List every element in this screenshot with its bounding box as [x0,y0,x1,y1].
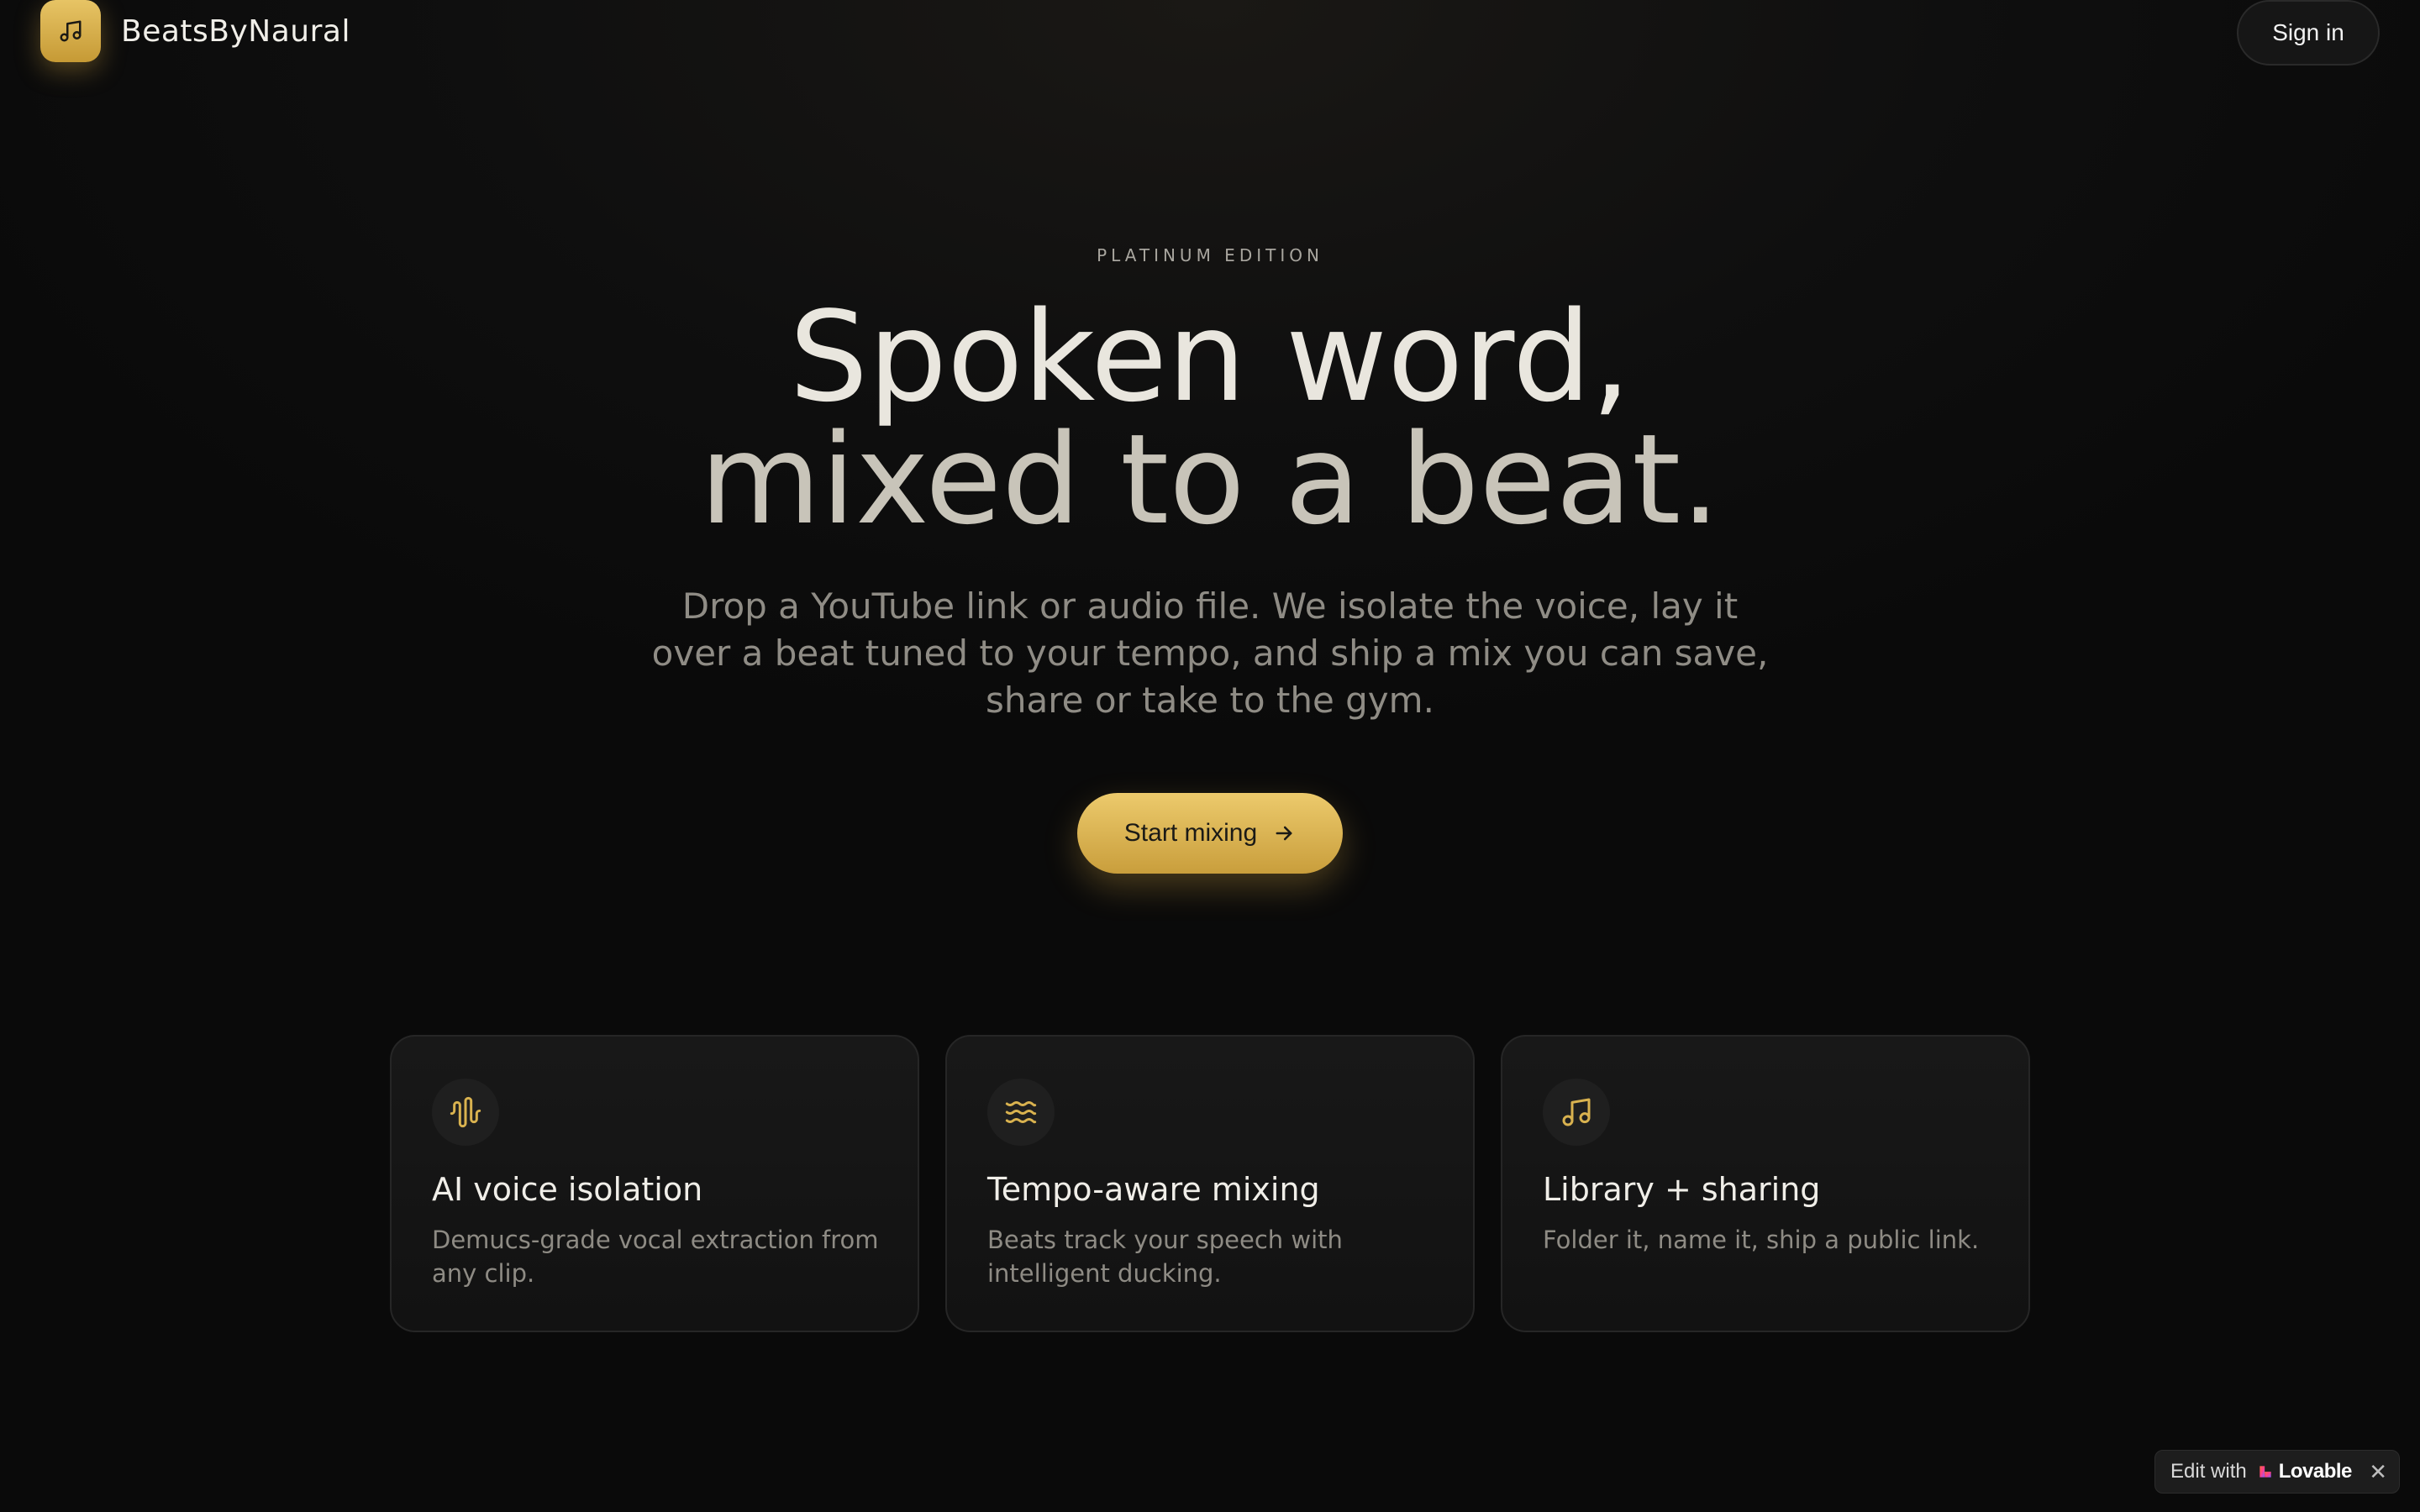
music-note-icon [60,20,82,42]
audio-waveform-icon [450,1096,481,1128]
brand-name[interactable]: BeatsByNaural [121,12,350,52]
headline-line-1: Spoken word, [789,285,1631,429]
feature-description: Beats track your speech with intelligent… [987,1226,1343,1288]
feature-title: Tempo-aware mixing [987,1171,1320,1208]
feature-icon-wrap [987,1079,1055,1146]
badge-close-icon[interactable]: ✕ [2369,1459,2387,1485]
edition-eyebrow: PLATINUM EDITION [1097,245,1323,265]
music-note-icon [1562,1098,1591,1126]
app-logo[interactable] [40,0,101,62]
sign-in-button[interactable]: Sign in [2237,0,2380,66]
feature-icon-wrap [432,1079,499,1146]
feature-card-voice-isolation: AI voice isolation Demucs-grade vocal ex… [390,1035,919,1332]
hero-headline: Spoken word, mixed to a beat. [0,285,2420,552]
feature-card-library-sharing: Library + sharing Folder it, name it, sh… [1501,1035,2030,1332]
top-nav: BeatsByNaural Sign in [0,0,2420,67]
arrow-right-icon [1276,826,1292,841]
feature-title: Library + sharing [1543,1171,1821,1208]
start-mixing-button[interactable]: Start mixing [1077,793,1343,874]
badge-prefix: Edit with [2170,1460,2247,1483]
feature-title: AI voice isolation [432,1171,703,1208]
feature-description: Folder it, name it, ship a public link. [1543,1226,1980,1254]
feature-card-tempo-mixing: Tempo-aware mixing Beats track your spee… [945,1035,1475,1332]
waves-icon [1005,1101,1037,1124]
edit-with-lovable-badge[interactable]: Edit with Lovable ✕ [2154,1450,2400,1494]
feature-description: Demucs-grade vocal extraction from any c… [432,1226,879,1288]
headline-line-2: mixed to a beat. [699,407,1721,552]
feature-icon-wrap [1543,1079,1610,1146]
badge-brand: Lovable [2278,1460,2353,1483]
lovable-heart-icon [2260,1466,2271,1478]
hero-subtitle: Drop a YouTube link or audio file. We is… [651,585,1769,721]
start-mixing-label: Start mixing [1123,819,1258,847]
